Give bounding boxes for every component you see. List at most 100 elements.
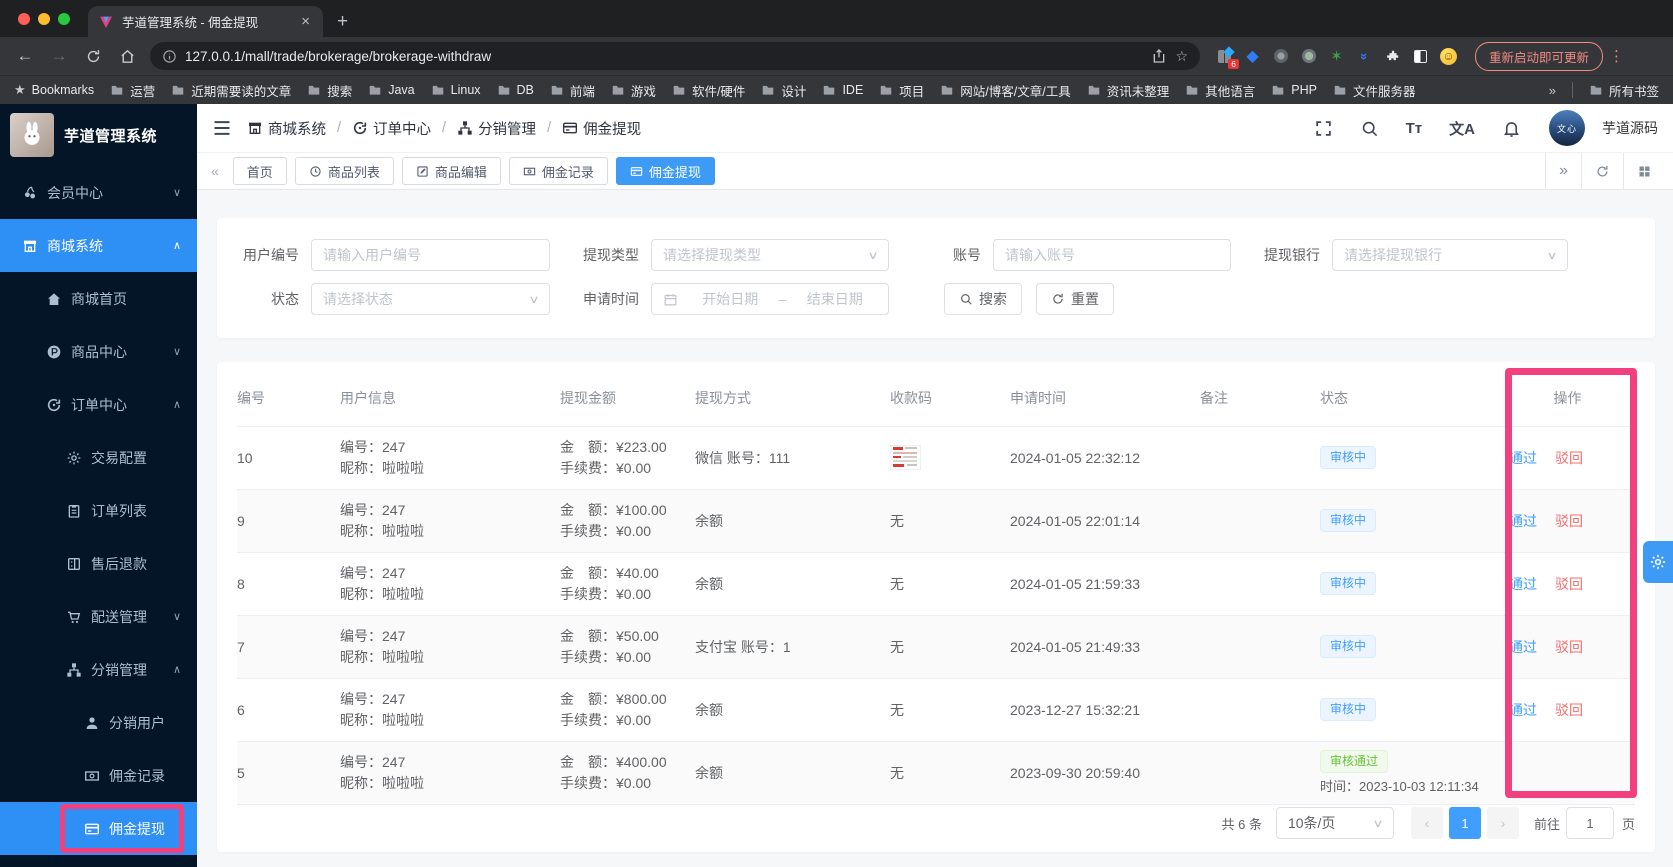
breadcrumb-item[interactable]: 分销管理 [457,118,536,139]
browser-menu-icon[interactable]: ⋮ [1609,47,1624,65]
back-button[interactable]: ← [10,42,40,70]
sidebar-item-mall-home[interactable]: 商城首页 [0,272,197,325]
user-avatar[interactable]: 文心 [1549,110,1585,146]
window-controls[interactable] [18,13,70,25]
sidebar-item-distribution[interactable]: 分销管理 ∧ [0,643,197,696]
reload-button[interactable] [78,42,108,70]
account-input[interactable]: 请输入账号 [993,239,1231,271]
breadcrumb-item[interactable]: 订单中心 [352,118,431,139]
reject-link[interactable]: 驳回 [1555,513,1583,529]
end-date-input[interactable]: 结束日期 [792,289,877,309]
apply-time-range-picker[interactable]: 开始日期 – 结束日期 [651,283,889,315]
all-bookmarks[interactable]: 所有书签 [1589,81,1659,100]
sidebar-item-member-center[interactable]: 会员中心 ∨ [0,166,197,219]
app-logo[interactable]: 芋道管理系统 [0,104,197,166]
approve-link[interactable]: 通过 [1509,576,1537,592]
browser-tab[interactable]: 芋道管理系统 - 佣金提现 × [88,6,323,37]
sidebar-item-commission-records[interactable]: 佣金记录 [0,749,197,802]
hamburger-menu-icon[interactable] [212,118,232,138]
bookmark-folder[interactable]: DB [497,83,534,97]
start-date-input[interactable]: 开始日期 [688,289,773,309]
bookmark-folder[interactable]: 资讯未整理 [1087,81,1169,100]
bookmark-folder[interactable]: 项目 [879,81,924,100]
reset-button[interactable]: 重置 [1036,283,1114,315]
prev-page-button[interactable]: ‹ [1410,807,1443,839]
bookmark-folder[interactable]: 文件服务器 [1333,81,1415,100]
search-button[interactable]: 搜索 [944,283,1022,315]
sidebar-item-refund[interactable]: 售后退款 [0,537,197,590]
extension-icon[interactable] [1272,48,1289,65]
bookmark-folder[interactable]: PHP [1271,83,1317,97]
bookmark-folder[interactable]: IDE [822,83,863,97]
approve-link[interactable]: 通过 [1509,450,1537,466]
tab-close-icon[interactable]: × [298,13,313,30]
share-icon[interactable] [1151,48,1167,64]
next-page-button[interactable]: › [1486,807,1519,839]
payment-qr-image[interactable] [890,445,921,470]
extensions-puzzle-icon[interactable] [1384,48,1401,65]
sidebar-item-mall-system[interactable]: 商城系统 ∧ [0,219,197,272]
url-text[interactable]: 127.0.0.1/mall/trade/brokerage/brokerage… [185,49,1143,64]
theme-settings-button[interactable] [1643,541,1673,583]
status-select[interactable]: 请选择状态 ∨ [311,283,550,315]
forward-button[interactable]: → [44,42,74,70]
sidebar-item-commission-withdraw[interactable]: 佣金提现 [0,802,197,855]
bookmark-folder[interactable]: 软件/硬件 [672,81,745,100]
search-icon[interactable] [1360,119,1379,138]
bookmark-folder[interactable]: 网站/博客/文章/工具 [940,81,1071,100]
maximize-window-button[interactable] [58,13,70,25]
home-button[interactable] [112,42,142,70]
current-page-button[interactable]: 1 [1448,807,1481,839]
page-tab-product-edit[interactable]: 商品编辑 [401,157,501,185]
approve-link[interactable]: 通过 [1509,513,1537,529]
page-tab-home[interactable]: 首页 [232,157,287,185]
page-tab-commission-records[interactable]: 佣金记录 [508,157,608,185]
notification-bell-icon[interactable] [1502,119,1521,138]
minimize-window-button[interactable] [38,13,50,25]
font-size-icon[interactable]: Tт [1406,120,1423,137]
new-tab-button[interactable]: + [337,11,348,33]
reject-link[interactable]: 驳回 [1555,702,1583,718]
extension-icon[interactable]: ◆ [1244,48,1261,65]
sidebar-item-product-center[interactable]: 商品中心 ∨ [0,325,197,378]
profile-avatar[interactable]: ☺ [1440,47,1457,65]
bookmark-folder[interactable]: 其他语言 [1185,81,1255,100]
extension-icon[interactable]: 6 [1216,48,1239,69]
extension-icon[interactable]: ✶ [1328,48,1345,65]
extension-icon[interactable] [1300,48,1317,65]
bookmark-folder[interactable]: 运营 [110,81,155,100]
chrome-update-button[interactable]: 重新启动即可更新 [1475,41,1604,71]
user-no-input[interactable]: 请输入用户编号 [311,239,550,271]
sidebar-item-order-center[interactable]: 订单中心 ∧ [0,378,197,431]
site-info-icon[interactable] [162,49,177,64]
extension-icon[interactable]: » [1356,48,1373,65]
close-window-button[interactable] [18,13,30,25]
language-icon[interactable]: 文A [1449,118,1475,139]
page-tab-product-list[interactable]: 商品列表 [294,157,394,185]
reject-link[interactable]: 驳回 [1555,576,1583,592]
tabs-expand-icon[interactable]: » [1545,153,1581,189]
page-size-select[interactable]: 10条/页 ∨ [1275,807,1394,839]
page-tab-commission-withdraw[interactable]: 佣金提现 [615,157,715,185]
breadcrumb-item[interactable]: 商城系统 [247,118,326,139]
sidebar-item-distribution-users[interactable]: 分销用户 [0,696,197,749]
bookmark-folder[interactable]: 前端 [550,81,595,100]
bookmark-folder[interactable]: Java [368,83,415,97]
bookmark-folder[interactable]: 近期需要读的文章 [171,81,291,100]
bookmarks-overflow-icon[interactable]: » [1549,83,1556,98]
reject-link[interactable]: 驳回 [1555,450,1583,466]
username[interactable]: 芋道源码 [1602,118,1658,138]
withdraw-type-select[interactable]: 请选择提现类型 ∨ [651,239,889,271]
bookmark-folder[interactable]: 设计 [761,81,806,100]
tabs-layout-grid-icon[interactable] [1623,153,1665,189]
goto-page-input[interactable]: 1 [1565,807,1614,839]
bookmark-folder[interactable]: Linux [431,83,481,97]
address-bar[interactable]: 127.0.0.1/mall/trade/brokerage/brokerage… [150,42,1200,70]
reject-link[interactable]: 驳回 [1555,639,1583,655]
withdraw-bank-select[interactable]: 请选择提现银行 ∨ [1332,239,1568,271]
breadcrumb-item[interactable]: 佣金提现 [562,118,641,139]
bookmark-star-icon[interactable]: ☆ [1175,48,1188,65]
approve-link[interactable]: 通过 [1509,702,1537,718]
extension-icon[interactable] [1412,48,1429,65]
sidebar-item-delivery[interactable]: 配送管理 ∨ [0,590,197,643]
